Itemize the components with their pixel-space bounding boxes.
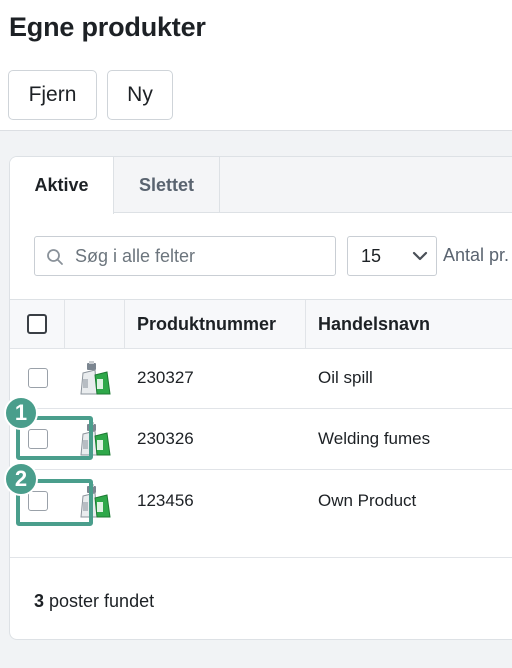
products-card: Aktive Slettet 15 Antal pr. side Produkt… bbox=[9, 156, 512, 640]
product-name: Own Product bbox=[318, 490, 417, 510]
remove-button[interactable]: Fjern bbox=[8, 70, 97, 120]
page-size-select[interactable]: 15 bbox=[347, 236, 437, 276]
product-name: Oil spill bbox=[318, 368, 373, 387]
table-header: Produktnummer Handelsnavn bbox=[10, 299, 512, 349]
search-icon bbox=[47, 249, 63, 265]
product-number: 230326 bbox=[137, 429, 194, 448]
table-footer: 3 poster fundet bbox=[10, 557, 512, 639]
row-checkbox[interactable] bbox=[27, 368, 48, 388]
search-box[interactable] bbox=[34, 236, 336, 276]
callout-badge-2: 2 bbox=[4, 462, 38, 496]
image-column-header bbox=[65, 300, 125, 348]
select-all-cell bbox=[10, 300, 65, 348]
product-icon-cell bbox=[65, 348, 125, 408]
table-row[interactable]: 230327 Oil spill bbox=[10, 348, 512, 409]
page-size-value: 15 bbox=[361, 246, 382, 266]
result-count-number: 3 bbox=[34, 591, 45, 611]
product-number: 123456 bbox=[137, 490, 194, 510]
page-title: Egne produkter bbox=[9, 12, 206, 42]
tab-active[interactable]: Aktive bbox=[10, 157, 114, 214]
chemical-product-icon bbox=[80, 361, 111, 395]
product-number: 230327 bbox=[137, 368, 194, 387]
product-name: Welding fumes bbox=[318, 429, 431, 448]
select-all-checkbox[interactable] bbox=[27, 314, 47, 334]
column-header-number[interactable]: Produktnummer bbox=[125, 300, 306, 348]
callout-badge-1: 1 bbox=[4, 396, 38, 430]
tab-strip: Aktive Slettet bbox=[10, 157, 512, 214]
chevron-down-icon bbox=[412, 251, 428, 261]
new-button[interactable]: Ny bbox=[107, 70, 173, 120]
result-count: 3 poster fundet bbox=[34, 591, 154, 612]
tab-deleted[interactable]: Slettet bbox=[114, 157, 220, 213]
page-header: Egne produkter Fjern Ny bbox=[0, 0, 512, 131]
per-page-label: Antal pr. side bbox=[443, 245, 512, 265]
column-header-name[interactable]: Handelsnavn bbox=[306, 300, 512, 348]
result-count-suffix: poster fundet bbox=[44, 591, 155, 611]
search-input[interactable] bbox=[75, 237, 330, 275]
